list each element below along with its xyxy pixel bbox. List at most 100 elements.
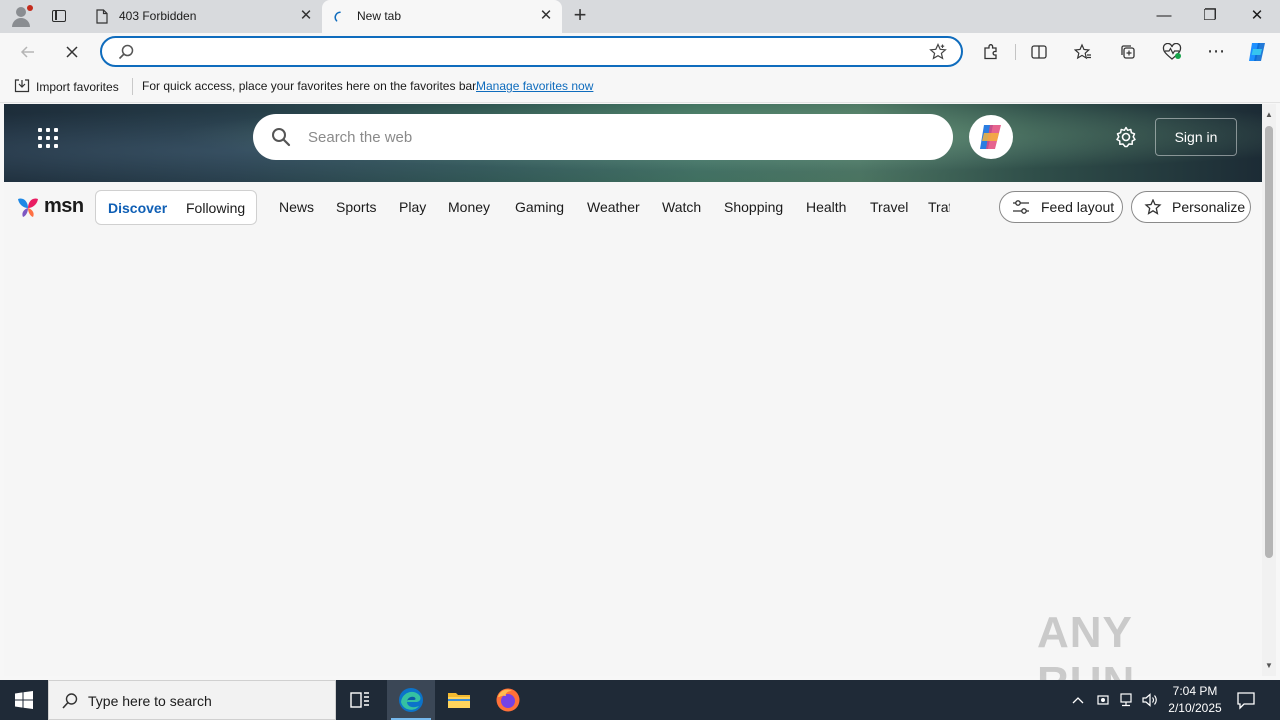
nav-weather[interactable]: Weather xyxy=(587,199,640,215)
close-icon xyxy=(66,46,78,58)
windows-taskbar: Type here to search 7:04 PM 2/10/2025 xyxy=(0,680,1280,720)
edge-icon xyxy=(399,688,423,712)
tab-actions-icon[interactable] xyxy=(50,8,68,24)
favorites-divider xyxy=(132,78,133,95)
heartbeat-icon xyxy=(1162,42,1182,60)
windows-logo-icon xyxy=(15,691,33,709)
show-hidden-icons-chevron-icon[interactable] xyxy=(1070,692,1086,708)
manage-favorites-link[interactable]: Manage favorites now xyxy=(476,79,593,93)
tab-new-tab[interactable]: New tab ✕ xyxy=(322,0,562,33)
nav-sports[interactable]: Sports xyxy=(336,199,376,215)
nav-news[interactable]: News xyxy=(279,199,314,215)
taskbar-clock[interactable]: 7:04 PM 2/10/2025 xyxy=(1160,683,1230,717)
collections-button[interactable] xyxy=(1114,38,1142,66)
taskbar-search-placeholder: Type here to search xyxy=(88,693,212,709)
favorites-bar: Import favorites For quick access, place… xyxy=(0,70,1280,103)
network-icon[interactable] xyxy=(1118,692,1134,708)
personalize-label: Personalize xyxy=(1172,199,1246,215)
nav-traffic-label: Traffic xyxy=(928,199,950,215)
nav-gaming[interactable]: Gaming xyxy=(515,199,564,215)
profile-icon[interactable] xyxy=(10,5,34,27)
start-button[interactable] xyxy=(0,680,48,720)
favorites-hint-text: For quick access, place your favorites h… xyxy=(142,79,479,93)
web-search-box[interactable] xyxy=(253,114,953,160)
address-bar[interactable] xyxy=(100,36,963,67)
sign-in-button[interactable]: Sign in xyxy=(1155,118,1237,156)
loading-spinner-icon xyxy=(334,11,341,22)
copilot-icon xyxy=(1249,43,1265,61)
clock-time: 7:04 PM xyxy=(1172,684,1218,698)
browser-toolbar: ⋯ xyxy=(0,33,1280,70)
task-view-button[interactable] xyxy=(336,680,384,720)
taskbar-search-box[interactable]: Type here to search xyxy=(48,680,336,720)
gear-icon[interactable] xyxy=(1114,125,1138,149)
nav-play[interactable]: Play xyxy=(399,199,426,215)
app-launcher-icon[interactable] xyxy=(38,128,58,148)
task-view-icon xyxy=(350,692,369,708)
feed-segment-control: Discover Following xyxy=(95,190,257,225)
close-window-button[interactable]: ✕ xyxy=(1234,0,1280,33)
personalize-button[interactable]: Personalize xyxy=(1131,191,1251,223)
puzzle-icon xyxy=(984,44,997,60)
notifications-icon[interactable] xyxy=(1236,690,1258,710)
tab-403-forbidden[interactable]: 403 Forbidden ✕ xyxy=(84,0,322,33)
msn-logo[interactable]: msn xyxy=(16,194,86,220)
volume-icon[interactable] xyxy=(1142,692,1158,708)
meet-now-icon[interactable] xyxy=(1095,692,1111,708)
extensions-button[interactable] xyxy=(977,38,1005,66)
search-icon xyxy=(62,693,78,709)
scroll-up-icon[interactable]: ▲ xyxy=(1264,110,1274,119)
copilot-icon xyxy=(980,125,1001,149)
minimize-button[interactable]: — xyxy=(1141,0,1187,33)
restore-button[interactable]: ❐ xyxy=(1187,0,1233,33)
browser-essentials-button[interactable] xyxy=(1158,38,1186,66)
firefox-icon xyxy=(496,688,520,712)
search-icon xyxy=(272,128,291,147)
stop-loading-button[interactable] xyxy=(58,38,86,66)
split-screen-button[interactable] xyxy=(1025,38,1053,66)
folder-icon xyxy=(448,693,470,708)
nav-shopping[interactable]: Shopping xyxy=(724,199,783,215)
nav-money[interactable]: Money xyxy=(448,199,490,215)
sliders-icon xyxy=(1013,200,1029,214)
close-tab-icon[interactable]: ✕ xyxy=(538,8,554,24)
scrollbar-thumb[interactable] xyxy=(1265,126,1273,558)
page-scrollbar[interactable]: ▲ ▼ xyxy=(1262,104,1276,676)
new-tab-button[interactable]: + xyxy=(568,4,592,27)
taskbar-firefox[interactable] xyxy=(484,680,532,720)
taskbar-file-explorer[interactable] xyxy=(435,680,483,720)
page-icon xyxy=(96,9,108,24)
import-favorites-button[interactable]: Import favorites xyxy=(14,79,119,94)
import-icon xyxy=(14,79,30,93)
settings-more-button[interactable]: ⋯ xyxy=(1202,38,1230,66)
msn-butterfly-icon xyxy=(18,198,38,217)
nav-health[interactable]: Health xyxy=(806,199,846,215)
msn-new-tab-page: Sign in msn Discover Following News Spor… xyxy=(4,104,1262,676)
nav-travel[interactable]: Travel xyxy=(870,199,908,215)
copilot-button[interactable] xyxy=(1243,38,1271,66)
close-tab-icon[interactable]: ✕ xyxy=(298,8,314,24)
tab-title: 403 Forbidden xyxy=(119,9,197,23)
nav-watch[interactable]: Watch xyxy=(662,199,701,215)
nav-traffic-clipped[interactable]: Traffic xyxy=(928,199,950,219)
anyrun-watermark: ANY RUN xyxy=(1037,608,1134,707)
search-icon xyxy=(118,44,134,60)
add-favorite-star-icon[interactable] xyxy=(929,43,947,61)
copilot-button[interactable] xyxy=(969,115,1013,159)
personalize-star-icon xyxy=(1144,199,1162,215)
msn-nav-row: msn Discover Following News Sports Play … xyxy=(4,182,1262,230)
import-favorites-label: Import favorites xyxy=(36,80,119,94)
feed-layout-button[interactable]: Feed layout xyxy=(999,191,1123,223)
web-search-input[interactable] xyxy=(308,124,908,150)
scroll-down-icon[interactable]: ▼ xyxy=(1264,661,1274,670)
arrow-left-icon xyxy=(20,46,34,58)
collections-icon xyxy=(1121,45,1135,59)
hero-banner: Sign in xyxy=(4,104,1262,182)
taskbar-edge[interactable] xyxy=(387,680,435,720)
tab-discover[interactable]: Discover xyxy=(108,200,167,216)
feed-layout-label: Feed layout xyxy=(1041,199,1115,215)
tab-following[interactable]: Following xyxy=(186,200,245,216)
favorites-star-icon xyxy=(1073,43,1091,60)
favorites-button[interactable] xyxy=(1069,38,1097,66)
back-button[interactable] xyxy=(14,38,42,66)
